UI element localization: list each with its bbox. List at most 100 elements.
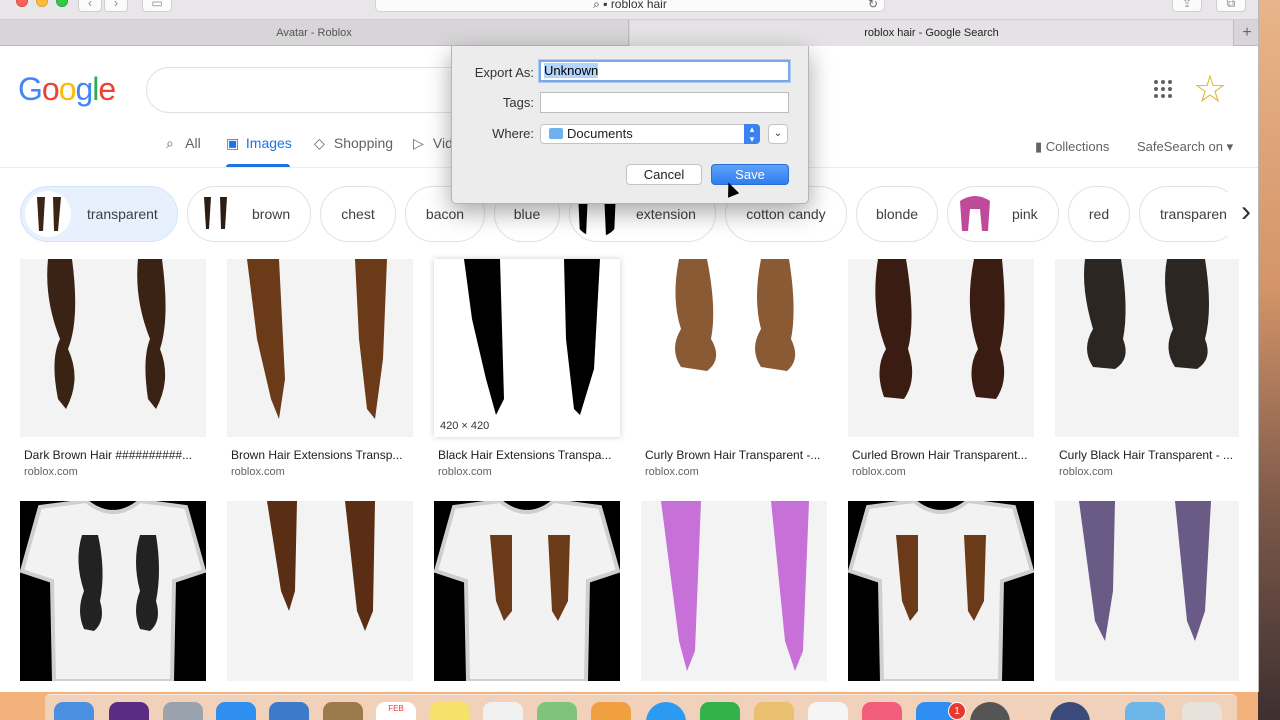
tag-icon: ◇ bbox=[314, 135, 325, 151]
google-logo[interactable]: Google bbox=[18, 71, 116, 108]
chip-thumbnail bbox=[25, 191, 71, 237]
account-avatar-star-icon[interactable]: ☆ bbox=[1193, 70, 1227, 110]
tab-google-search[interactable]: roblox hair - Google Search bbox=[630, 20, 1234, 46]
safesearch-toggle[interactable]: SafeSearch on ▾ bbox=[1137, 139, 1233, 155]
tab-bar: Avatar - Roblox roblox hair - Google Sea… bbox=[0, 20, 1258, 46]
sidebar-toggle-button[interactable]: ▭ bbox=[142, 0, 172, 12]
result-image-dark-brown-hair[interactable] bbox=[20, 259, 206, 437]
mail-icon[interactable] bbox=[269, 702, 309, 720]
result-image-shirt-brown-extensions-2[interactable] bbox=[848, 501, 1034, 681]
result-title[interactable]: Curled Brown Hair Transparent... bbox=[852, 448, 1032, 462]
finder-icon[interactable] bbox=[54, 702, 94, 720]
browser-toolbar: ‹ › ▭ ⌕ ▪ roblox hair ↻ ⇪ ⧉ bbox=[0, 0, 1258, 20]
result-image-black-hair-extensions[interactable] bbox=[434, 259, 620, 437]
save-button[interactable]: Save bbox=[711, 164, 789, 185]
result-image-brown-strands[interactable] bbox=[227, 501, 413, 681]
search-icon: ⌕ bbox=[166, 135, 174, 151]
calendar-icon[interactable]: FEB bbox=[376, 702, 416, 720]
result-image-curly-black-hair[interactable] bbox=[1055, 259, 1239, 437]
chip-thumbnail bbox=[192, 191, 238, 237]
chip-transparent-2[interactable]: transparen bbox=[1139, 186, 1239, 242]
nav-images[interactable]: ▣ Images bbox=[226, 135, 292, 152]
cancel-button[interactable]: Cancel bbox=[626, 164, 702, 185]
calendar-month: FEB bbox=[388, 704, 404, 713]
chip-red[interactable]: red bbox=[1068, 186, 1130, 242]
maps-icon[interactable] bbox=[537, 702, 577, 720]
video-icon: ▷ bbox=[413, 135, 424, 151]
chip-blonde[interactable]: blonde bbox=[856, 186, 938, 242]
notes-icon[interactable] bbox=[430, 702, 470, 720]
close-window-button[interactable] bbox=[16, 0, 28, 7]
photos-icon[interactable] bbox=[591, 702, 631, 720]
result-image-brown-hair-extensions[interactable] bbox=[227, 259, 413, 437]
result-source[interactable]: roblox.com bbox=[852, 466, 906, 478]
share-button[interactable]: ⇪ bbox=[1172, 0, 1202, 12]
result-title[interactable]: Curly Black Hair Transparent - ... bbox=[1059, 448, 1239, 462]
image-dimensions: 420 × 420 bbox=[440, 420, 490, 432]
address-text: roblox hair bbox=[610, 0, 667, 11]
tab-avatar-roblox[interactable]: Avatar - Roblox bbox=[0, 20, 629, 46]
result-source[interactable]: roblox.com bbox=[24, 466, 78, 478]
result-image-shirt-black-braids[interactable] bbox=[20, 501, 206, 681]
chip-brown[interactable]: brown bbox=[187, 186, 311, 242]
forward-button[interactable]: › bbox=[104, 0, 128, 12]
result-title[interactable]: Dark Brown Hair ##########... bbox=[24, 448, 204, 462]
safari-icon[interactable] bbox=[216, 702, 256, 720]
result-title[interactable]: Curly Brown Hair Transparent -... bbox=[645, 448, 825, 462]
back-button[interactable]: ‹ bbox=[78, 0, 102, 12]
result-source[interactable]: roblox.com bbox=[231, 466, 285, 478]
siri-icon[interactable] bbox=[109, 702, 149, 720]
image-icon: ▣ bbox=[226, 135, 240, 151]
collections-link[interactable]: ▮ Collections bbox=[1035, 139, 1109, 155]
result-source[interactable]: roblox.com bbox=[645, 466, 699, 478]
where-label: Where: bbox=[492, 126, 534, 141]
where-popup[interactable]: Documents ▴ ▾ bbox=[540, 124, 760, 144]
result-image-curled-brown-hair[interactable] bbox=[848, 259, 1034, 437]
desktop-wallpaper bbox=[1258, 0, 1280, 720]
tabs-overview-button[interactable]: ⧉ bbox=[1216, 0, 1246, 12]
result-source[interactable]: roblox.com bbox=[1059, 466, 1113, 478]
chip-chest[interactable]: chest bbox=[320, 186, 396, 242]
minimize-window-button[interactable] bbox=[36, 0, 48, 7]
maximize-window-button[interactable] bbox=[56, 0, 68, 7]
address-bar[interactable]: ⌕ ▪ roblox hair ↻ bbox=[375, 0, 885, 12]
result-source[interactable]: roblox.com bbox=[438, 466, 492, 478]
folder-icon bbox=[549, 128, 563, 139]
nav-all[interactable]: ⌕ All bbox=[166, 135, 201, 152]
chip-transparent[interactable]: transparent bbox=[20, 186, 178, 242]
search-icon: ⌕ ▪ bbox=[593, 0, 611, 11]
facetime-icon[interactable] bbox=[700, 702, 740, 720]
result-image-shirt-brown-extensions[interactable] bbox=[434, 501, 620, 681]
downloads-folder-icon[interactable] bbox=[1125, 702, 1165, 720]
new-tab-button[interactable]: + bbox=[1236, 20, 1258, 46]
result-title[interactable]: Black Hair Extensions Transpa... bbox=[438, 448, 618, 462]
chip-pink[interactable]: pink bbox=[947, 186, 1059, 242]
pages-icon[interactable] bbox=[754, 702, 794, 720]
music-icon[interactable] bbox=[862, 702, 902, 720]
result-image-pink-hair[interactable] bbox=[641, 501, 827, 681]
result-image-purple-hair[interactable] bbox=[1055, 501, 1239, 681]
notification-badge: 1 bbox=[948, 702, 966, 720]
up-down-arrows-icon: ▴ ▾ bbox=[744, 124, 760, 144]
tags-label: Tags: bbox=[502, 95, 534, 110]
export-dialog: Export As: Unknown Tags: Where: Document… bbox=[451, 46, 809, 204]
chip-thumbnail bbox=[952, 191, 998, 237]
bookmark-icon: ▮ bbox=[1035, 139, 1043, 154]
export-as-label: Export As: bbox=[474, 65, 534, 80]
reload-icon[interactable]: ↻ bbox=[868, 0, 878, 13]
result-title[interactable]: Brown Hair Extensions Transp... bbox=[231, 448, 411, 462]
trash-icon[interactable] bbox=[1182, 702, 1222, 720]
news-icon[interactable] bbox=[808, 702, 848, 720]
result-image-curly-brown-hair[interactable] bbox=[641, 259, 827, 437]
tags-field[interactable] bbox=[540, 92, 789, 113]
nav-videos[interactable]: ▷ Vid bbox=[413, 135, 453, 152]
expand-dialog-button[interactable]: ⌄ bbox=[768, 124, 788, 144]
google-apps-icon[interactable] bbox=[1154, 80, 1174, 100]
nav-shopping[interactable]: ◇ Shopping bbox=[314, 135, 393, 152]
launchpad-icon[interactable] bbox=[163, 702, 203, 720]
contacts-icon[interactable] bbox=[323, 702, 363, 720]
caret-down-icon: ▾ bbox=[1226, 139, 1234, 154]
chevron-right-icon[interactable]: › bbox=[1226, 192, 1258, 236]
reminders-icon[interactable] bbox=[483, 702, 523, 720]
export-as-field[interactable]: Unknown bbox=[539, 60, 790, 82]
